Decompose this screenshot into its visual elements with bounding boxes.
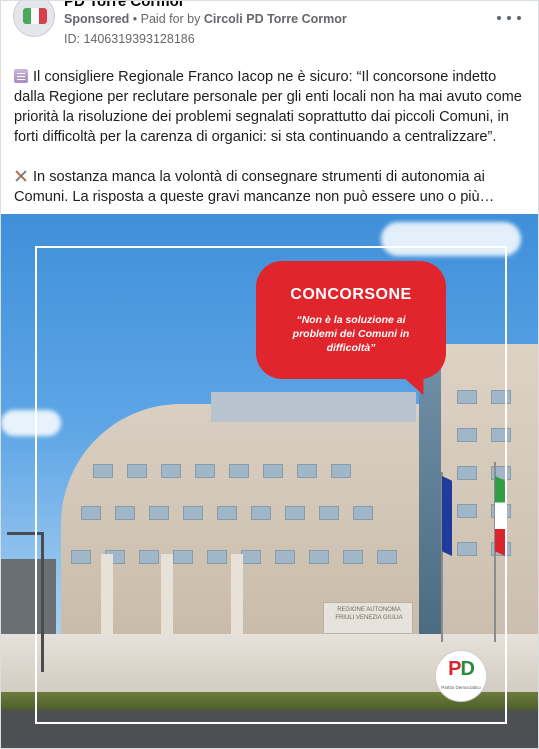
post-paragraph-1: Il consigliere Regionale Franco Iacop ne…: [14, 67, 530, 147]
separator-dot: •: [129, 12, 141, 26]
post-header: PD Torre Cormor Sponsored • Paid for by …: [1, 1, 538, 57]
page-name-link[interactable]: PD Torre Cormor: [64, 1, 185, 10]
more-options-icon[interactable]: [497, 9, 521, 27]
ad-image[interactable]: REGIONE AUTONOMA FRIULI VENEZIA GIULIA C…: [1, 214, 538, 748]
ad-post-card: PD Torre Cormor Sponsored • Paid for by …: [0, 0, 539, 749]
post-paragraph-1-text: Il consigliere Regionale Franco Iacop ne…: [14, 69, 522, 145]
avatar-flag-icon: [23, 8, 47, 24]
memo-emoji-icon: [14, 69, 28, 83]
page-avatar[interactable]: [13, 1, 55, 37]
pd-logo-d: D: [460, 658, 474, 680]
post-paragraph-2: In sostanza manca la volontà di consegna…: [14, 167, 530, 207]
sponsored-label: Sponsored: [64, 12, 130, 26]
paid-for-prefix: Paid for by: [140, 12, 204, 26]
sponsored-line: Sponsored • Paid for by Circoli PD Torre…: [64, 12, 347, 26]
post-paragraph-2-text: In sostanza manca la volontà di consegna…: [14, 169, 495, 205]
bubble-title: CONCORSONE: [290, 286, 412, 303]
pd-logo-p: P: [448, 658, 461, 680]
post-body: Il consigliere Regionale Franco Iacop ne…: [14, 67, 530, 227]
bubble-subtitle: “Non è la soluzione ai problemi dei Comu…: [292, 314, 410, 354]
pd-logo-letters: PD: [441, 658, 481, 681]
hammer-and-pick-emoji-icon: [14, 169, 28, 183]
ad-id: ID: 1406319393128186: [64, 32, 195, 46]
payer-name[interactable]: Circoli PD Torre Cormor: [204, 12, 347, 26]
pd-logo-caption: Partito Democratico: [441, 685, 481, 690]
